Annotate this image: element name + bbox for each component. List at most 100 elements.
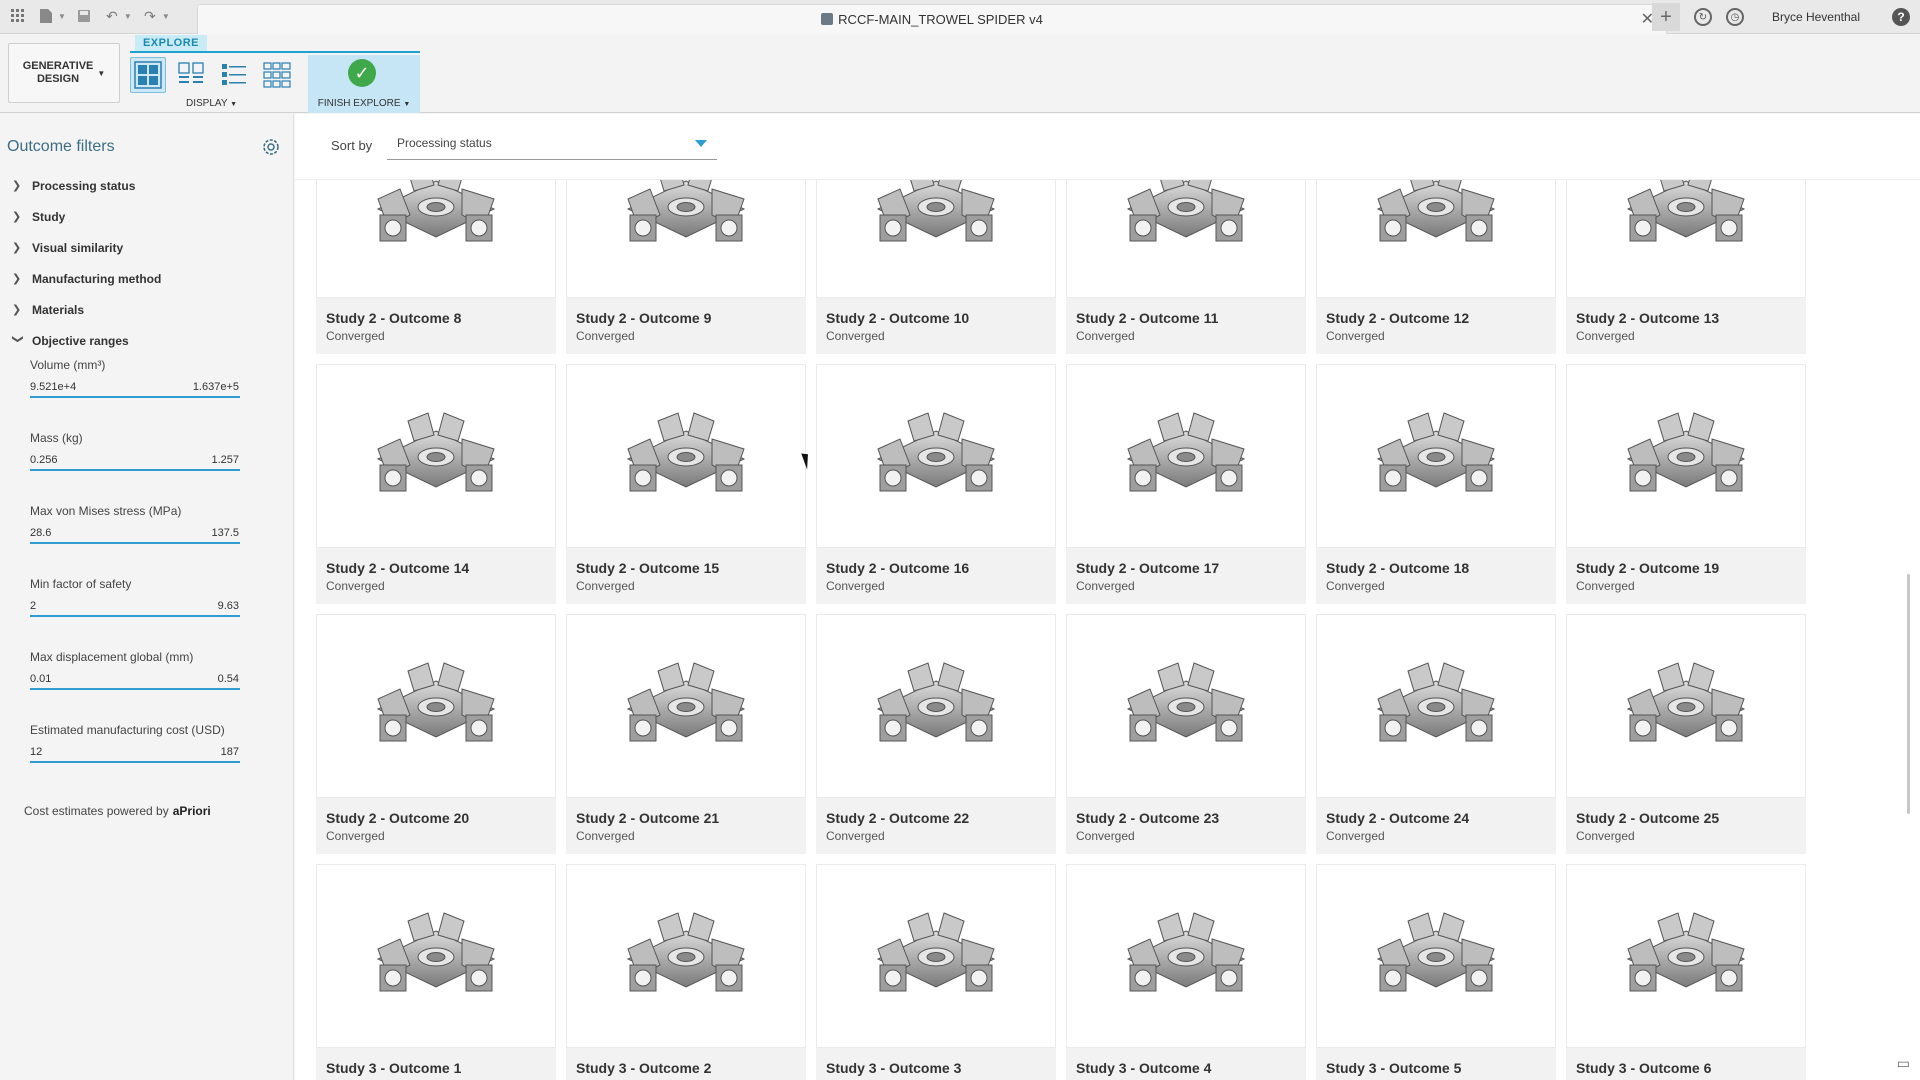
display-properties-icon[interactable] [173, 57, 209, 93]
range-slider[interactable] [30, 396, 240, 398]
outcome-thumbnail[interactable] [566, 364, 806, 548]
range-min-value[interactable]: 2 [30, 600, 36, 612]
display-thumbnail-icon[interactable] [130, 57, 166, 93]
save-icon[interactable] [74, 6, 94, 26]
display-mode-group [130, 57, 295, 93]
outcome-card[interactable]: Study 3 - Outcome 1 Converged [316, 864, 556, 1080]
scrollbar[interactable] [1907, 574, 1910, 814]
outcome-card[interactable]: Study 2 - Outcome 22 Converged [816, 614, 1056, 854]
workspace-switcher-button[interactable]: GENERATIVE DESIGN ▼ [8, 43, 120, 103]
outcome-card[interactable]: Study 3 - Outcome 3 Converged [816, 864, 1056, 1080]
outcome-thumbnail[interactable] [1066, 180, 1306, 298]
outcome-thumbnail[interactable] [566, 864, 806, 1048]
outcome-thumbnail[interactable] [1316, 364, 1556, 548]
outcome-card[interactable]: Study 2 - Outcome 13 Converged [1566, 180, 1806, 354]
range-min-value[interactable]: 0.256 [30, 454, 58, 466]
range-max-value[interactable]: 1.637e+5 [193, 381, 239, 393]
outcome-thumbnail[interactable] [816, 614, 1056, 798]
display-menu[interactable]: DISPLAY ▼ [186, 98, 237, 109]
filter-study[interactable]: ❯ Study [0, 201, 294, 232]
range-min-value[interactable]: 0.01 [30, 673, 51, 685]
outcome-thumbnail[interactable] [316, 364, 556, 548]
range-min-value[interactable]: 28.6 [30, 527, 51, 539]
range-max-value[interactable]: 9.63 [218, 600, 239, 612]
range-max-value[interactable]: 1.257 [211, 454, 239, 466]
outcome-thumbnail[interactable] [1066, 614, 1306, 798]
filter-materials[interactable]: ❯ Materials [0, 294, 294, 325]
undo-caret-icon[interactable]: ▼ [124, 12, 132, 21]
comments-icon[interactable]: ▭ [1897, 1055, 1910, 1072]
outcome-title: Study 2 - Outcome 20 [326, 810, 470, 826]
range-slider[interactable] [30, 469, 240, 471]
outcome-thumbnail[interactable] [1566, 180, 1806, 298]
outcome-card[interactable]: Study 2 - Outcome 16 Converged [816, 364, 1056, 604]
outcome-card[interactable]: Study 2 - Outcome 10 Converged [816, 180, 1056, 354]
range-slider[interactable] [30, 615, 240, 617]
outcome-card[interactable]: Study 2 - Outcome 17 Converged [1066, 364, 1306, 604]
outcome-card[interactable]: Study 2 - Outcome 14 Converged [316, 364, 556, 604]
finish-explore-button[interactable]: ✓ FINISH EXPLORE ▼ [308, 55, 420, 113]
app-grid-icon[interactable] [8, 6, 28, 26]
range-min-value[interactable]: 9.521e+4 [30, 381, 76, 393]
range-max-value[interactable]: 0.54 [218, 673, 239, 685]
outcome-thumbnail[interactable] [816, 864, 1056, 1048]
outcome-card[interactable]: Study 2 - Outcome 24 Converged [1316, 614, 1556, 854]
outcome-card[interactable]: Study 3 - Outcome 2 Converged [566, 864, 806, 1080]
outcome-card[interactable]: Study 2 - Outcome 15 Converged [566, 364, 806, 604]
gear-icon[interactable] [260, 136, 282, 158]
outcome-card[interactable]: Study 2 - Outcome 18 Converged [1316, 364, 1556, 604]
outcome-card[interactable]: Study 2 - Outcome 9 Converged [566, 180, 806, 354]
outcome-card[interactable]: Study 2 - Outcome 23 Converged [1066, 614, 1306, 854]
outcome-thumbnail[interactable] [1316, 614, 1556, 798]
outcome-card[interactable]: Study 2 - Outcome 11 Converged [1066, 180, 1306, 354]
range-slider[interactable] [30, 761, 240, 763]
range-max-value[interactable]: 137.5 [211, 527, 239, 539]
outcome-card[interactable]: Study 2 - Outcome 21 Converged [566, 614, 806, 854]
outcome-card[interactable]: Study 3 - Outcome 4 Converged [1066, 864, 1306, 1080]
outcome-thumbnail[interactable] [1566, 614, 1806, 798]
outcome-thumbnail[interactable] [566, 180, 806, 298]
range-slider[interactable] [30, 542, 240, 544]
outcome-thumbnail[interactable] [1066, 364, 1306, 548]
redo-icon[interactable]: ↷ [140, 6, 160, 26]
filter-processing-status[interactable]: ❯ Processing status [0, 170, 294, 201]
file-icon[interactable] [36, 6, 56, 26]
outcome-thumbnail[interactable] [566, 614, 806, 798]
outcome-thumbnail[interactable] [1316, 864, 1556, 1048]
outcome-thumbnail[interactable] [316, 864, 556, 1048]
tab-explore[interactable]: EXPLORE [135, 35, 207, 51]
new-tab-plus-icon[interactable]: + [1651, 3, 1680, 31]
outcome-thumbnail[interactable] [316, 180, 556, 298]
outcome-card[interactable]: Study 2 - Outcome 19 Converged [1566, 364, 1806, 604]
sort-dropdown[interactable]: Processing status [387, 126, 717, 160]
display-list-icon[interactable] [216, 57, 252, 93]
filter-visual-similarity[interactable]: ❯ Visual similarity [0, 232, 294, 263]
user-name[interactable]: Bryce Heventhal [1772, 10, 1860, 24]
help-icon[interactable]: ? [1892, 8, 1910, 26]
outcome-thumbnail[interactable] [816, 364, 1056, 548]
extensions-icon[interactable]: ↻ [1693, 8, 1712, 26]
outcome-thumbnail[interactable] [816, 180, 1056, 298]
undo-icon[interactable]: ↶ [102, 6, 122, 26]
document-tab[interactable]: RCCF-MAIN_TROWEL SPIDER v4 ✕ [197, 4, 1667, 34]
filter-objective-ranges[interactable]: ❯ Objective ranges [0, 325, 294, 356]
outcome-card[interactable]: Study 2 - Outcome 8 Converged [316, 180, 556, 354]
range-slider[interactable] [30, 688, 240, 690]
job-status-icon[interactable]: ◷ [1725, 8, 1744, 26]
file-menu-caret-icon[interactable]: ▼ [58, 12, 66, 21]
redo-caret-icon[interactable]: ▼ [162, 12, 170, 21]
display-grid-icon[interactable] [259, 57, 295, 93]
outcome-card[interactable]: Study 2 - Outcome 12 Converged [1316, 180, 1556, 354]
outcome-thumbnail[interactable] [1566, 364, 1806, 548]
outcome-card[interactable]: Study 2 - Outcome 25 Converged [1566, 614, 1806, 854]
range-max-value[interactable]: 187 [221, 746, 239, 758]
outcome-thumbnail[interactable] [1316, 180, 1556, 298]
outcome-thumbnail[interactable] [1566, 864, 1806, 1048]
filter-manufacturing-method[interactable]: ❯ Manufacturing method [0, 263, 294, 294]
outcome-card[interactable]: Study 3 - Outcome 5 Converged [1316, 864, 1556, 1080]
range-min-value[interactable]: 12 [30, 746, 42, 758]
outcome-thumbnail[interactable] [1066, 864, 1306, 1048]
outcome-thumbnail[interactable] [316, 614, 556, 798]
outcome-card[interactable]: Study 2 - Outcome 20 Converged [316, 614, 556, 854]
outcome-card[interactable]: Study 3 - Outcome 6 Converged [1566, 864, 1806, 1080]
